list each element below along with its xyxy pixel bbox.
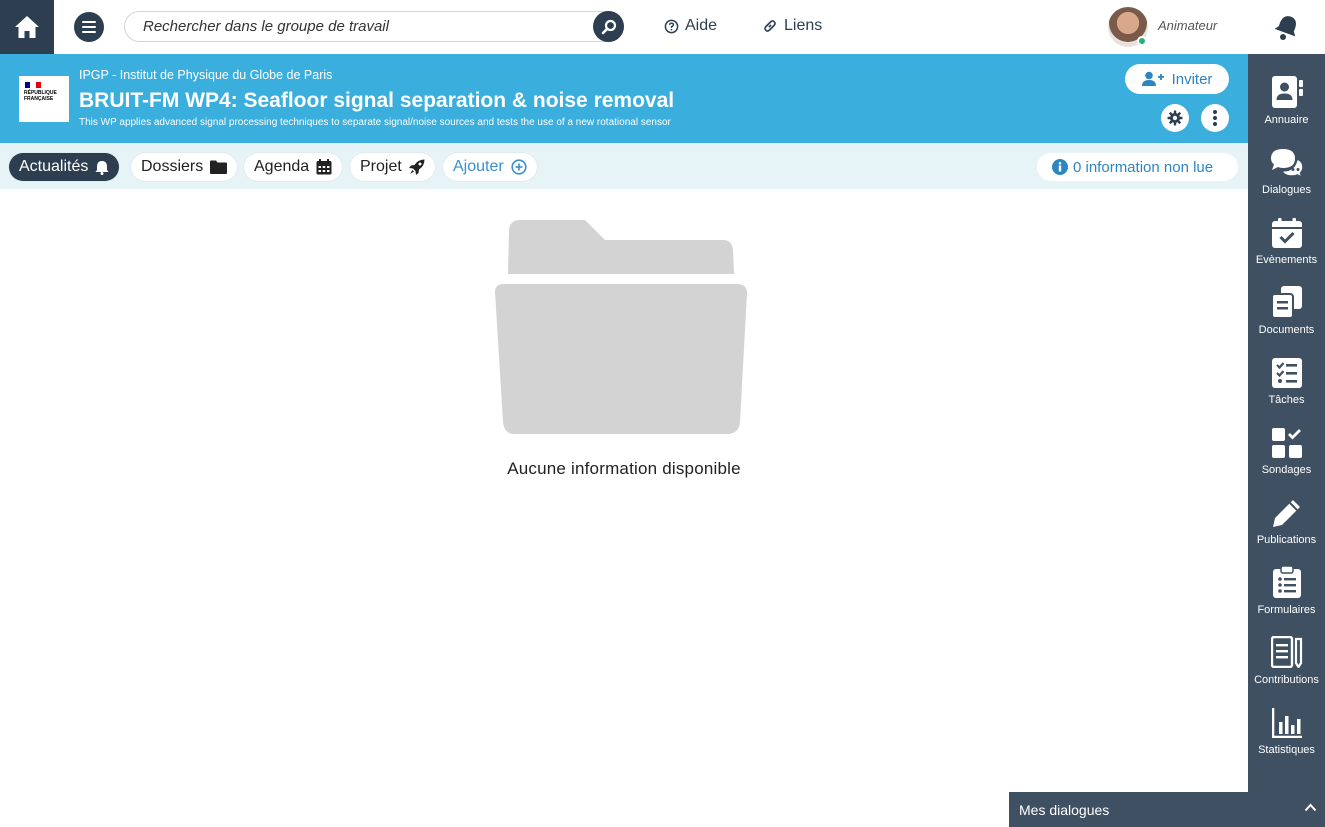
unread-label: 0 information non lue bbox=[1073, 158, 1214, 176]
empty-message: Aucune information disponible bbox=[507, 459, 741, 478]
online-status-dot bbox=[1137, 36, 1147, 46]
republique-francaise-logo: RÉPUBLIQUE FRANÇAISE bbox=[19, 76, 69, 122]
calendar-icon bbox=[316, 159, 332, 175]
sidebar-item-label: Dialogues bbox=[1262, 184, 1311, 196]
sidebar-item-taches[interactable]: Tâches bbox=[1248, 352, 1325, 418]
unread-info-badge[interactable]: 0 information non lue bbox=[1037, 153, 1238, 181]
tab-agenda[interactable]: Agenda bbox=[244, 153, 343, 181]
logo-text: RÉPUBLIQUE FRANÇAISE bbox=[24, 90, 57, 102]
poll-icon bbox=[1271, 428, 1302, 458]
address-book-icon bbox=[1271, 76, 1303, 108]
rocket-icon bbox=[408, 159, 425, 175]
tab-label: Actualités bbox=[19, 158, 89, 175]
settings-button[interactable] bbox=[1161, 104, 1189, 132]
gear-icon bbox=[1167, 110, 1183, 126]
sidebar-item-label: Formulaires bbox=[1257, 604, 1316, 616]
comments-icon bbox=[1270, 149, 1304, 178]
sidebar-item-publications[interactable]: Publications bbox=[1248, 492, 1325, 558]
copy-icon bbox=[1271, 286, 1302, 318]
search-icon bbox=[601, 19, 616, 34]
bell-icon bbox=[95, 160, 109, 175]
invite-label: Inviter bbox=[1171, 70, 1213, 88]
home-button[interactable] bbox=[0, 0, 54, 54]
chevron-up-icon bbox=[1304, 803, 1317, 812]
home-icon bbox=[15, 16, 39, 38]
menu-button[interactable] bbox=[74, 12, 104, 42]
user-plus-icon bbox=[1141, 71, 1164, 86]
link-icon bbox=[764, 20, 776, 32]
chart-bar-icon bbox=[1271, 708, 1302, 738]
clipboard-list-icon bbox=[1272, 566, 1301, 598]
calendar-check-icon bbox=[1271, 218, 1302, 248]
flag-icon bbox=[25, 82, 41, 88]
sidebar-item-formulaires[interactable]: Formulaires bbox=[1248, 562, 1325, 628]
organization-name: IPGP - Institut de Physique du Globe de … bbox=[79, 68, 333, 82]
info-circle-icon bbox=[1052, 159, 1068, 175]
search-bar bbox=[124, 11, 624, 42]
sidebar-item-label: Publications bbox=[1256, 534, 1317, 546]
group-header: RÉPUBLIQUE FRANÇAISE IPGP - Institut de … bbox=[0, 54, 1248, 143]
tab-projet[interactable]: Projet bbox=[350, 153, 435, 181]
sidebar-item-label: Tâches bbox=[1268, 394, 1305, 406]
bell-slash-icon bbox=[1274, 16, 1296, 40]
right-sidebar: Annuaire Dialogues Evènements Documents … bbox=[1248, 54, 1325, 827]
tab-actualites[interactable]: Actualités bbox=[9, 153, 120, 181]
folder-icon bbox=[495, 220, 747, 434]
top-bar: Aide Liens Animateur bbox=[0, 0, 1325, 54]
question-circle-icon bbox=[664, 19, 679, 33]
tab-dossiers[interactable]: Dossiers bbox=[131, 153, 238, 181]
my-dialogues-bar[interactable]: Mes dialogues bbox=[1009, 792, 1325, 827]
dialogs-bar-label: Mes dialogues bbox=[1019, 801, 1110, 818]
links-link[interactable]: Liens bbox=[762, 17, 822, 35]
sidebar-item-sondages[interactable]: Sondages bbox=[1248, 422, 1325, 488]
search-input[interactable] bbox=[143, 12, 583, 41]
tab-bar: Actualités Dossiers Agenda Projet Ajoute… bbox=[0, 143, 1248, 189]
sidebar-item-label: Evènements bbox=[1255, 254, 1318, 266]
page-subtitle: This WP applies advanced signal processi… bbox=[79, 117, 671, 128]
sidebar-item-annuaire[interactable]: Annuaire bbox=[1248, 72, 1325, 138]
page-title: BRUIT-FM WP4: Seafloor signal separation… bbox=[79, 89, 675, 112]
vertical-dots-icon bbox=[1213, 110, 1217, 126]
pencil-icon bbox=[1272, 500, 1300, 527]
sidebar-item-label: Documents bbox=[1258, 324, 1315, 336]
tasks-icon bbox=[1271, 358, 1302, 388]
sidebar-item-evenements[interactable]: Evènements bbox=[1248, 212, 1325, 278]
tab-label: Ajouter bbox=[453, 158, 504, 175]
links-label: Liens bbox=[784, 17, 823, 34]
user-role: Animateur bbox=[1158, 18, 1218, 33]
sidebar-item-label: Statistiques bbox=[1258, 744, 1315, 756]
tab-ajouter[interactable]: Ajouter bbox=[443, 153, 537, 181]
empty-folder-illustration bbox=[495, 220, 747, 439]
sidebar-item-dialogues[interactable]: Dialogues bbox=[1248, 142, 1325, 208]
tab-label: Dossiers bbox=[141, 158, 204, 175]
hamburger-icon bbox=[82, 21, 96, 33]
more-options-button[interactable] bbox=[1201, 104, 1229, 132]
invite-button[interactable]: Inviter bbox=[1125, 64, 1229, 94]
sidebar-item-contributions[interactable]: Contributions bbox=[1248, 632, 1325, 698]
help-link[interactable]: Aide bbox=[664, 17, 717, 35]
sidebar-item-documents[interactable]: Documents bbox=[1248, 282, 1325, 348]
tab-label: Agenda bbox=[254, 158, 310, 175]
sidebar-item-label: Annuaire bbox=[1264, 114, 1309, 126]
tab-label: Projet bbox=[360, 158, 402, 175]
sidebar-item-statistiques[interactable]: Statistiques bbox=[1248, 702, 1325, 768]
help-label: Aide bbox=[685, 17, 718, 34]
plus-circle-icon bbox=[511, 159, 527, 175]
sidebar-item-label: Sondages bbox=[1261, 464, 1312, 476]
notifications-button[interactable] bbox=[1272, 12, 1302, 47]
contribution-icon bbox=[1270, 636, 1302, 668]
folder-icon bbox=[210, 160, 228, 174]
search-button[interactable] bbox=[593, 11, 624, 42]
sidebar-item-label: Contributions bbox=[1254, 674, 1319, 686]
